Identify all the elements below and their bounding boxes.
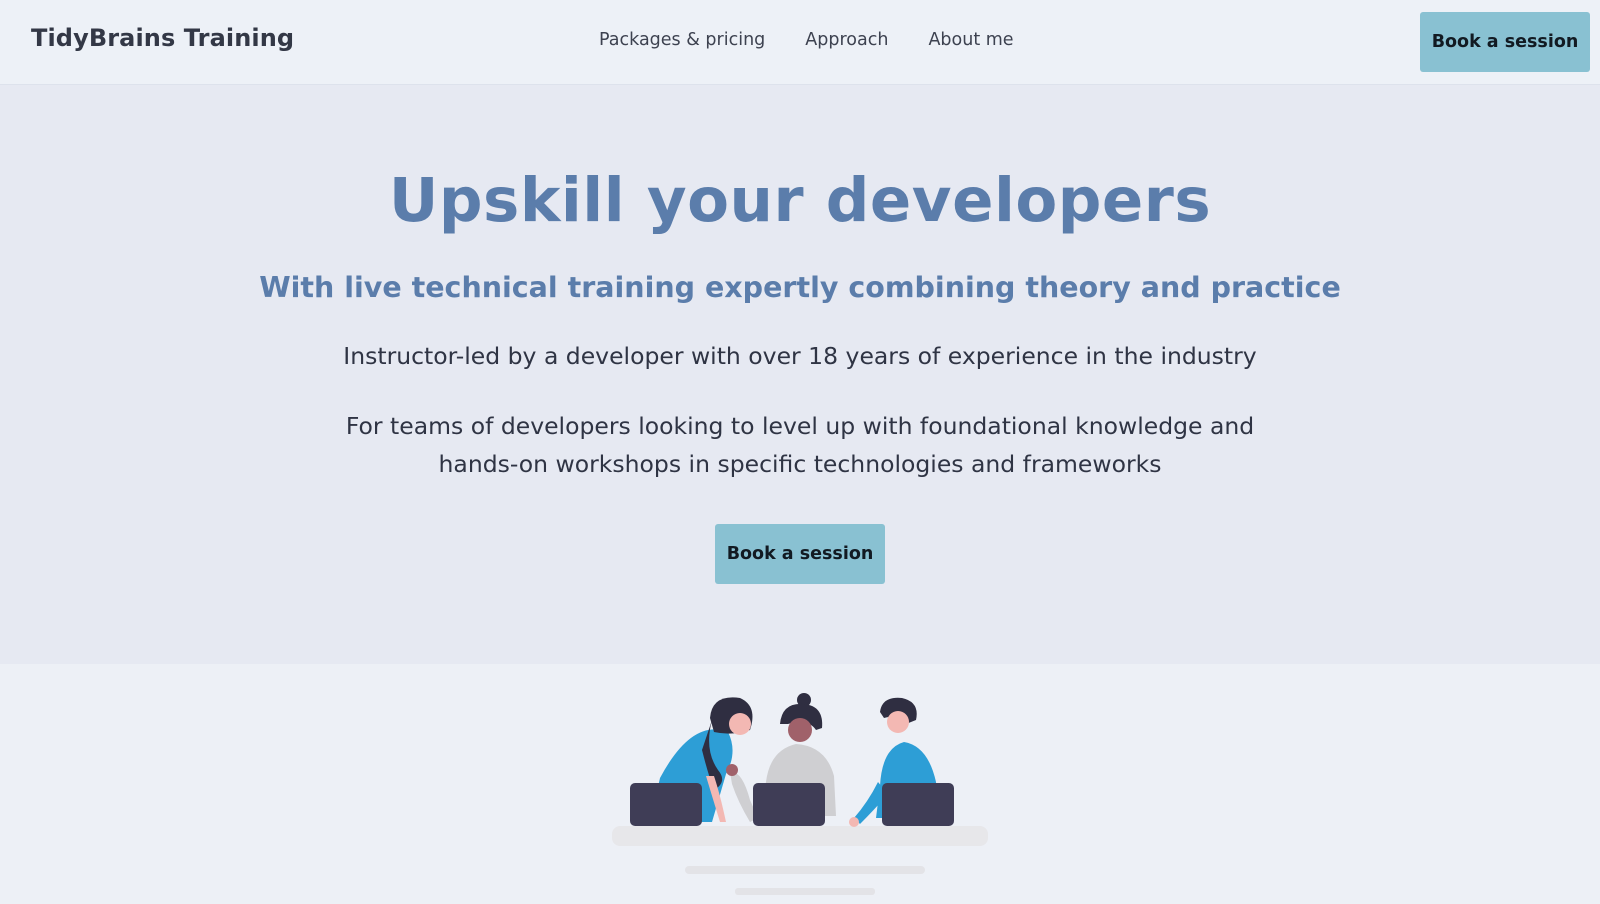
hero-book-session-button[interactable]: Book a session xyxy=(715,524,885,584)
hero-audience-text: For teams of developers looking to level… xyxy=(345,412,1255,478)
hero-section: Upskill your developers With live techni… xyxy=(0,85,1600,664)
main-nav: Packages & pricing Approach About me xyxy=(599,30,1014,50)
nav-link-packages-pricing[interactable]: Packages & pricing xyxy=(599,30,765,50)
team-illustration-svg xyxy=(612,693,988,895)
nav-book-session-button[interactable]: Book a session xyxy=(1420,12,1590,72)
nav-link-about-me[interactable]: About me xyxy=(928,30,1013,50)
nav-link-approach[interactable]: Approach xyxy=(805,30,888,50)
hero-experience-text: Instructor-led by a developer with over … xyxy=(343,342,1257,370)
top-navbar: TidyBrains Training Packages & pricing A… xyxy=(0,0,1600,85)
hero-subtitle: With live technical training expertly co… xyxy=(259,271,1341,304)
hero-title: Upskill your developers xyxy=(388,165,1212,236)
team-working-at-laptops-illustration xyxy=(600,690,1000,900)
brand-logo-text[interactable]: TidyBrains Training xyxy=(31,24,294,52)
